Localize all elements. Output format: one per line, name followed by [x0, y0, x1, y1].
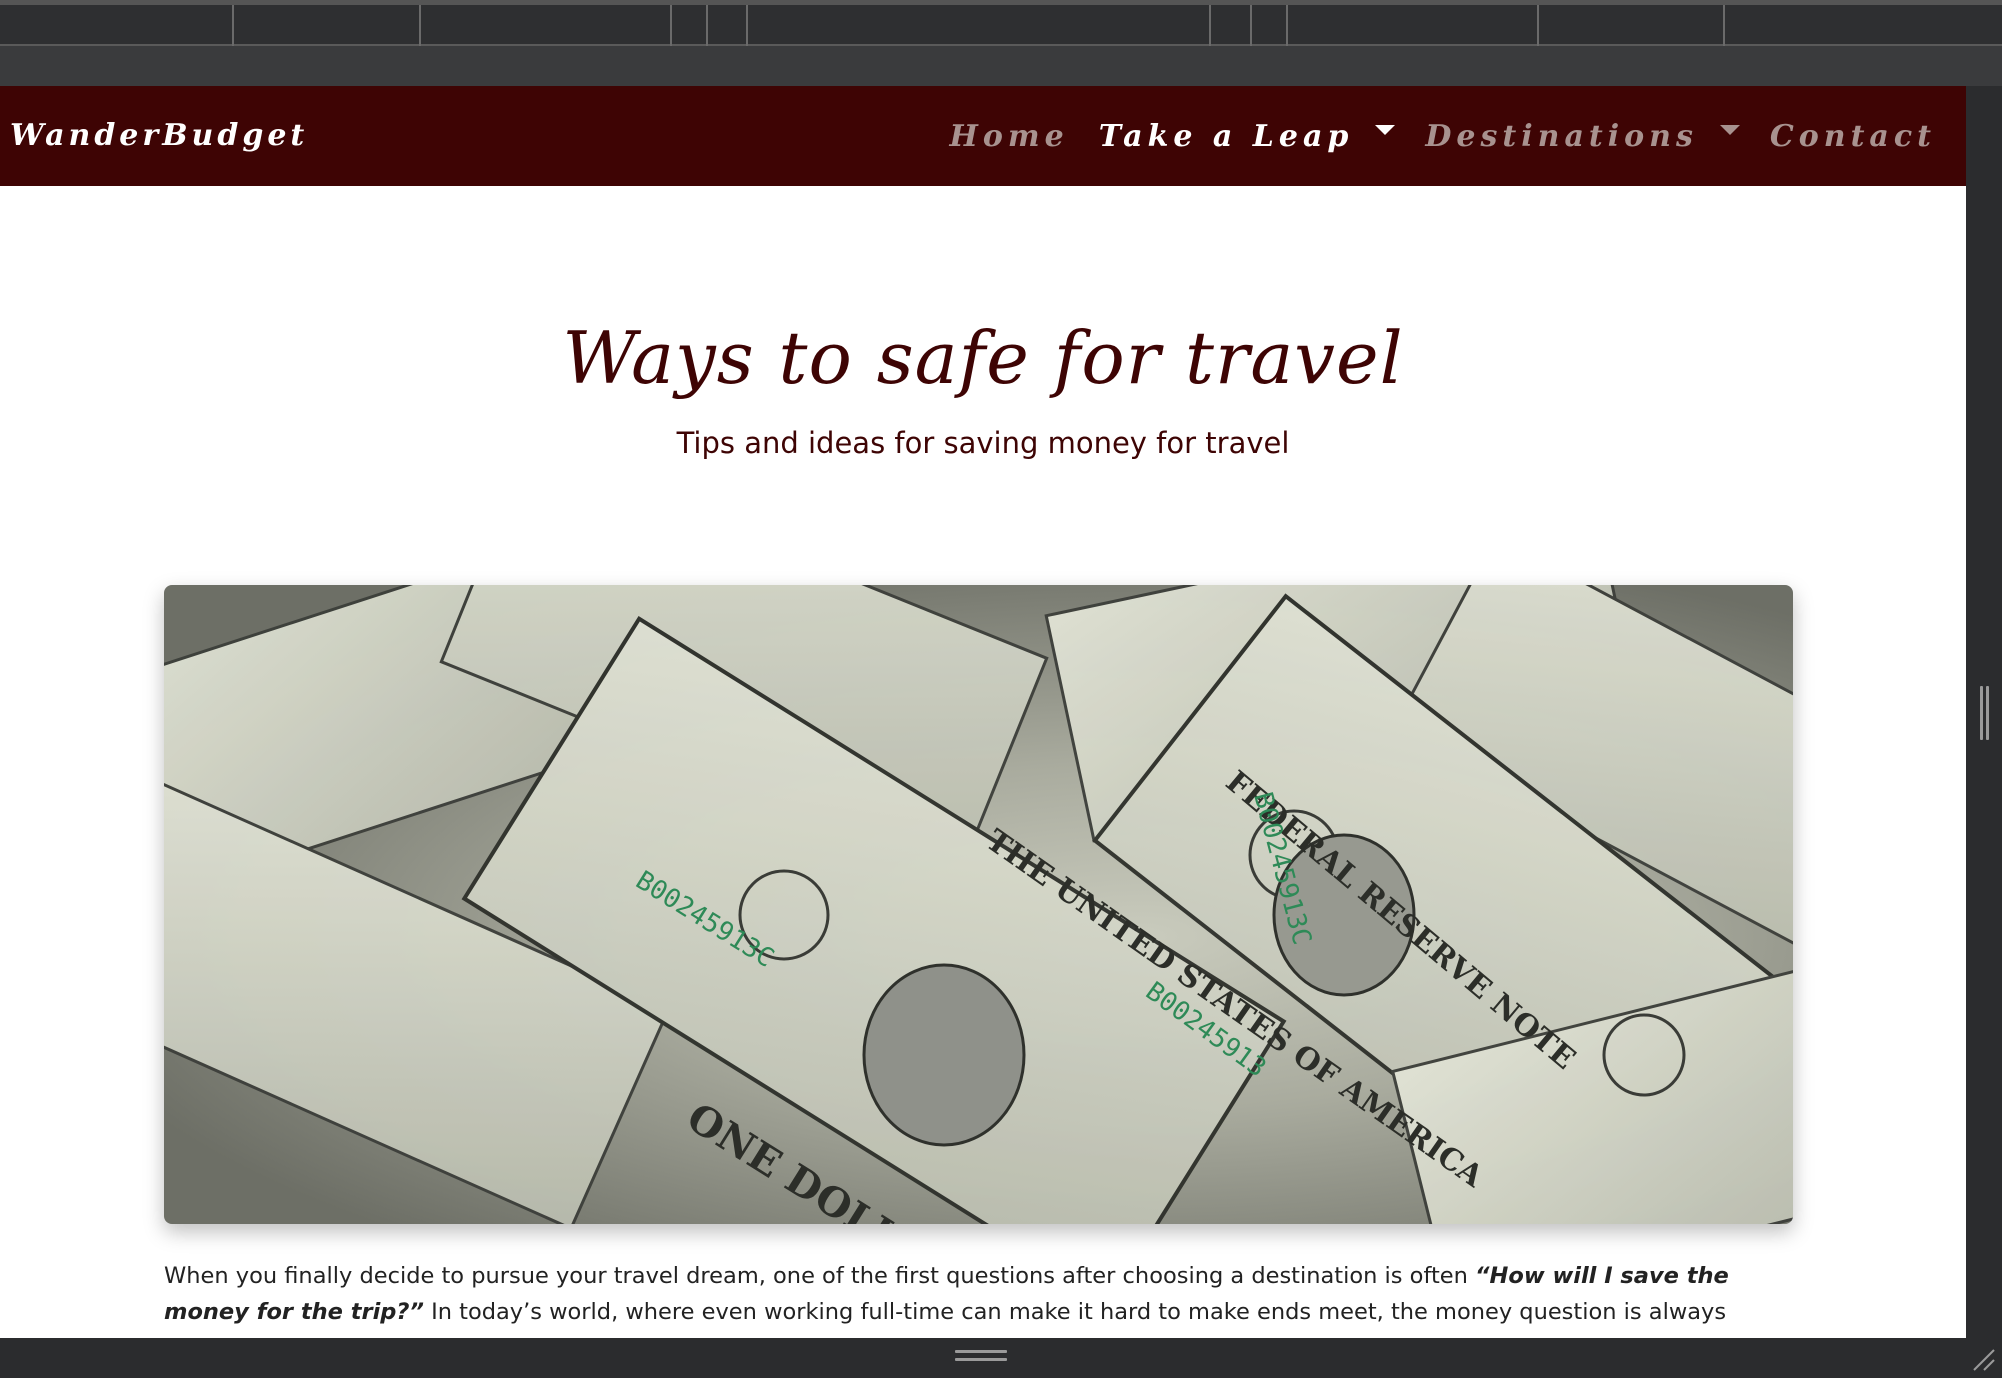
page-title: Ways to safe for travel — [562, 316, 1404, 400]
nav-take-a-leap[interactable]: Take a Leap — [1099, 119, 1396, 154]
caret-down-icon — [1375, 125, 1396, 135]
nav-contact[interactable]: Contact — [1770, 119, 1936, 154]
side-resize-handle[interactable] — [1980, 686, 1990, 740]
intro-paragraph: When you finally decide to pursue your t… — [164, 1258, 1793, 1338]
devtools-ruler — [0, 0, 2002, 46]
nav-contact-label: Contact — [1769, 118, 1936, 154]
page-viewport: WanderBudget Home Take a Leap Destinatio… — [0, 86, 1966, 1338]
navbar: WanderBudget Home Take a Leap Destinatio… — [0, 86, 1966, 186]
nav-home-label: Home — [949, 118, 1069, 154]
brand-logo-link[interactable]: WanderBudget — [10, 86, 308, 186]
page-subtitle: Tips and ideas for saving money for trav… — [676, 426, 1290, 460]
nav-take-a-leap-label: Take a Leap — [1098, 118, 1354, 154]
hero-image-dollar-bills: THE UNITED STATES OF AMERICA FEDERAL RES… — [164, 585, 1793, 1224]
nav-home[interactable]: Home — [950, 119, 1069, 154]
devtools-toolbar — [0, 46, 2002, 86]
nav-destinations-label: Destinations — [1425, 118, 1698, 154]
devtools-bottom-bar — [0, 1338, 2002, 1378]
nav-destinations[interactable]: Destinations — [1425, 118, 1740, 154]
resize-grip-icon[interactable] — [955, 1350, 1007, 1364]
intro-text-part1: When you finally decide to pursue your t… — [164, 1263, 1476, 1289]
caret-down-icon — [1719, 125, 1740, 135]
nav-menu: Home Take a Leap Destinations Contact — [920, 86, 1936, 186]
dollar-bills-illustration: THE UNITED STATES OF AMERICA FEDERAL RES… — [164, 585, 1793, 1224]
corner-resize-icon[interactable] — [1970, 1346, 1996, 1372]
